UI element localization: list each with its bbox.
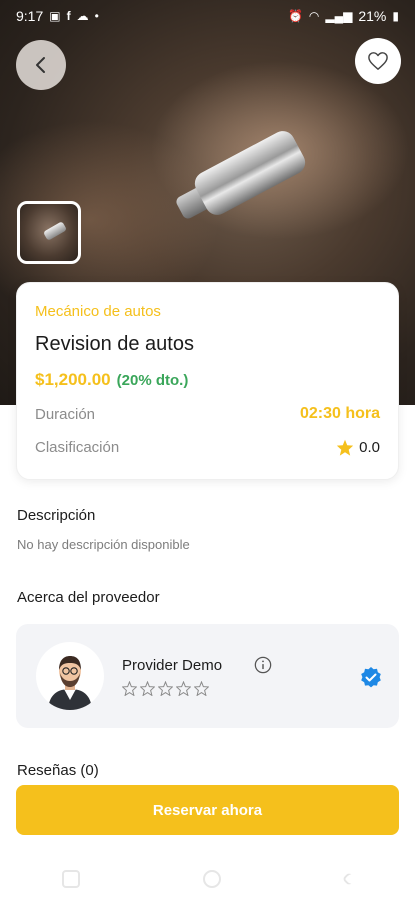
back-nav-icon[interactable] <box>341 871 356 887</box>
star-icon <box>337 439 354 456</box>
gallery-thumbnail[interactable] <box>17 201 81 264</box>
heart-icon <box>368 52 388 70</box>
provider-avatar-image <box>48 656 92 710</box>
star-outline-icon <box>194 681 209 696</box>
service-price: $1,200.00 <box>35 370 111 389</box>
verified-badge <box>359 666 383 695</box>
rating-label: Clasificación <box>35 439 120 456</box>
back-button[interactable] <box>16 40 66 90</box>
facebook-icon: f <box>66 9 71 23</box>
star-outline-icon <box>122 681 137 696</box>
star-outline-icon <box>140 681 155 696</box>
recent-apps-icon[interactable] <box>61 870 80 888</box>
provider-card[interactable]: Provider Demo <box>16 624 399 728</box>
battery-level: 21% <box>358 8 387 24</box>
cloud-icon: ☁ <box>76 9 89 23</box>
status-bar: 9:17 ▣ f ☁ • ⏰ ◠ ▂▄▆ 21% ▮ <box>0 0 415 32</box>
reviews-title: Reseñas (0) <box>17 762 99 779</box>
rating-value: 0.0 <box>359 439 380 456</box>
rating-value-group: 0.0 <box>336 439 380 456</box>
signal-icon: ▂▄▆ <box>325 9 353 23</box>
favorite-button[interactable] <box>355 38 401 84</box>
duration-label: Duración <box>35 405 96 423</box>
avatar <box>36 642 104 710</box>
reserve-button[interactable]: Reservar ahora <box>16 785 399 835</box>
service-category: Mecánico de autos <box>35 303 161 320</box>
dot-icon: • <box>94 9 99 23</box>
battery-icon: ▮ <box>392 9 399 23</box>
duration-row: Duración 02:30 hora <box>35 405 380 423</box>
provider-info-button[interactable] <box>254 656 272 679</box>
provider-section-title: Acerca del proveedor <box>17 589 160 606</box>
chevron-left-icon <box>36 57 45 73</box>
verified-check-icon <box>361 667 381 688</box>
description-text: No hay descripción disponible <box>17 537 190 552</box>
provider-rating-stars <box>122 681 209 696</box>
provider-name: Provider Demo <box>122 657 223 674</box>
info-icon <box>254 656 272 674</box>
discount-badge: (20% dto.) <box>116 372 189 389</box>
wifi-icon: ◠ <box>308 9 320 23</box>
alarm-icon: ⏰ <box>287 9 303 23</box>
duration-value: 02:30 hora <box>299 405 380 422</box>
gallery-icon: ▣ <box>49 9 61 23</box>
star-outline-icon <box>158 681 173 696</box>
home-icon[interactable] <box>202 870 221 888</box>
system-navigation-bar <box>0 858 415 900</box>
service-info-card: Mecánico de autos Revision de autos $1,2… <box>16 282 399 480</box>
star-outline-icon <box>176 681 191 696</box>
description-title: Descripción <box>17 507 96 524</box>
status-time: 9:17 <box>16 8 44 24</box>
price-row: $1,200.00 (20% dto.) <box>35 370 188 390</box>
service-title: Revision de autos <box>35 333 194 355</box>
rating-row: Clasificación 0.0 <box>35 439 380 456</box>
